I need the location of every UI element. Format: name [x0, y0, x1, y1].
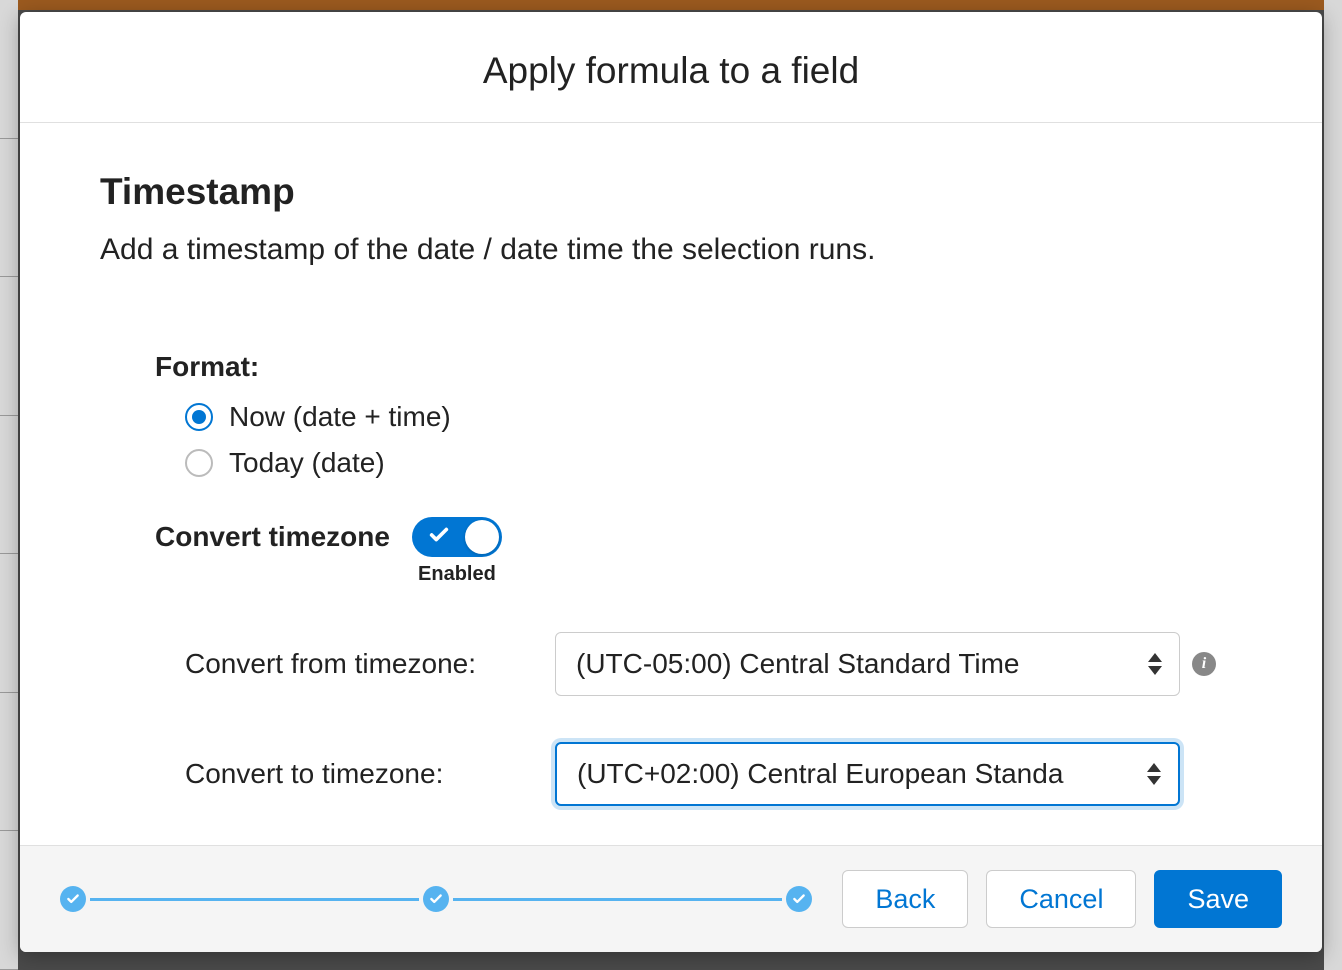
select-arrows-icon [1147, 653, 1163, 675]
modal-body: Timestamp Add a timestamp of the date / … [20, 123, 1322, 845]
convert-from-label: Convert from timezone: [185, 648, 555, 680]
radio-now-label: Now (date + time) [229, 401, 451, 433]
convert-to-label: Convert to timezone: [185, 758, 555, 790]
toggle-knob [465, 520, 499, 554]
modal-footer: Back Cancel Save [20, 845, 1322, 952]
radio-icon [185, 449, 213, 477]
convert-from-value: (UTC-05:00) Central Standard Time [576, 648, 1159, 680]
convert-to-select[interactable]: (UTC+02:00) Central European Standa [555, 742, 1180, 806]
toggle-status-label: Enabled [418, 563, 496, 586]
convert-to-value: (UTC+02:00) Central European Standa [577, 758, 1158, 790]
save-button[interactable]: Save [1154, 870, 1282, 928]
progress-step-1 [60, 886, 86, 912]
cancel-button[interactable]: Cancel [986, 870, 1136, 928]
progress-indicator [60, 886, 812, 912]
progress-step-3 [786, 886, 812, 912]
convert-from-select[interactable]: (UTC-05:00) Central Standard Time [555, 632, 1180, 696]
back-button[interactable]: Back [842, 870, 968, 928]
progress-step-2 [423, 886, 449, 912]
radio-now[interactable]: Now (date + time) [185, 401, 1242, 433]
radio-icon [185, 403, 213, 431]
apply-formula-modal: Apply formula to a field Timestamp Add a… [20, 12, 1322, 952]
modal-title: Apply formula to a field [40, 50, 1302, 92]
info-icon[interactable]: i [1192, 652, 1216, 676]
convert-timezone-label: Convert timezone [155, 517, 390, 553]
radio-today[interactable]: Today (date) [185, 447, 1242, 479]
section-description: Add a timestamp of the date / date time … [100, 229, 1242, 271]
radio-today-label: Today (date) [229, 447, 385, 479]
select-arrows-icon [1146, 763, 1162, 785]
modal-header: Apply formula to a field [20, 12, 1322, 123]
format-label: Format: [155, 351, 1242, 383]
convert-timezone-toggle[interactable] [412, 517, 502, 557]
section-heading: Timestamp [100, 171, 1242, 213]
check-icon [428, 524, 450, 551]
